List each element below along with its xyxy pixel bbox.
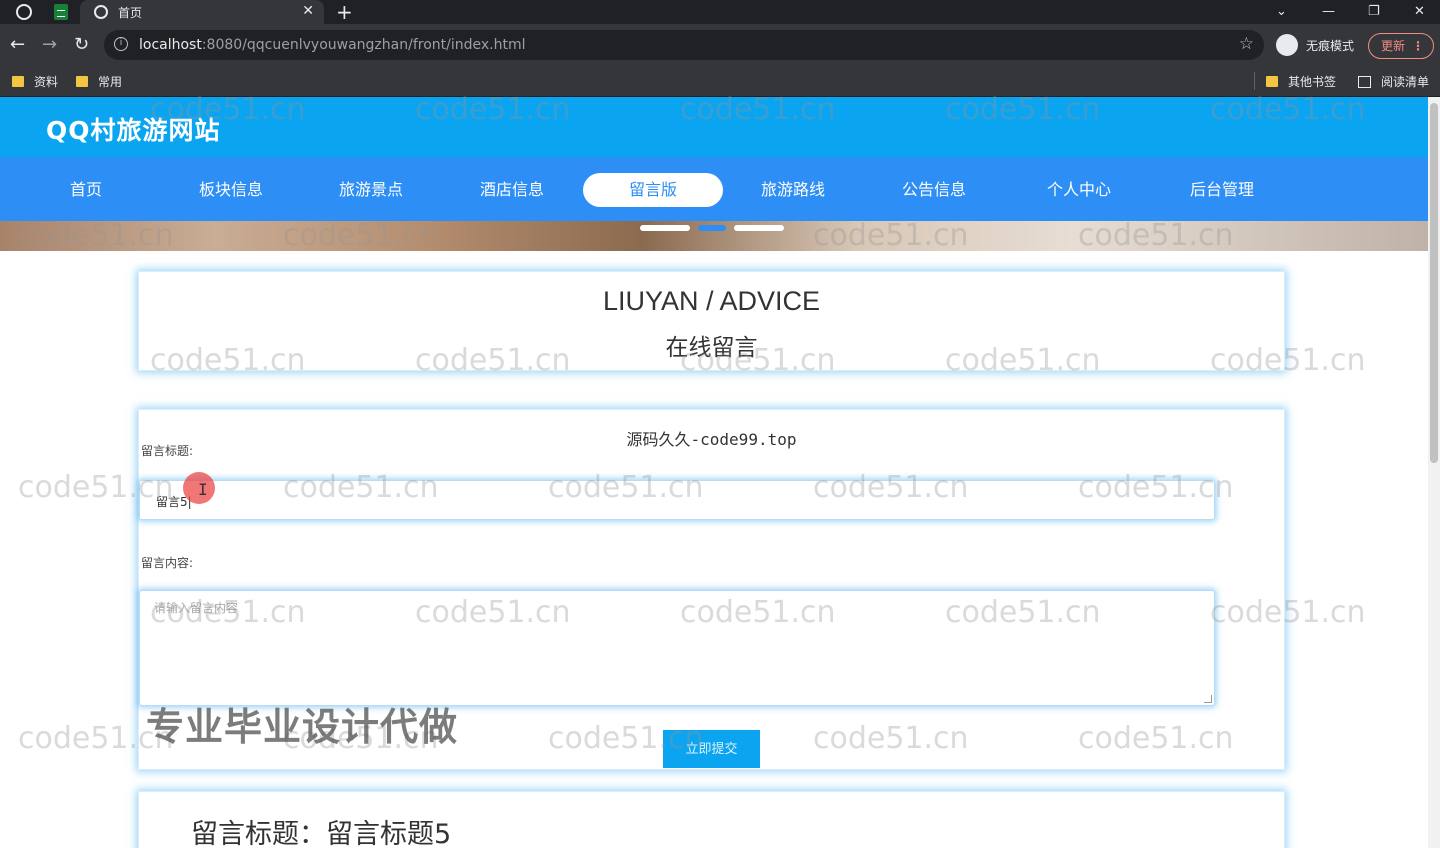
resize-handle-icon[interactable]	[1204, 695, 1212, 703]
reading-list[interactable]: 阅读清单	[1358, 73, 1429, 90]
nav-admin[interactable]: 后台管理	[1177, 173, 1267, 207]
close-window-button[interactable]: ✕	[1414, 0, 1425, 24]
url-text[interactable]: localhost:8080/qqcuenlvyouwangzhan/front…	[139, 37, 525, 53]
title-label: 留言标题:	[141, 444, 194, 458]
close-tab-icon[interactable]: ✕	[302, 3, 314, 19]
scrollbar-thumb[interactable]	[1430, 103, 1438, 463]
incognito-indicator[interactable]: 无痕模式	[1276, 32, 1354, 58]
bookmarks-bar: 资料 常用 其他书签 阅读清单	[0, 66, 1440, 97]
update-label: 更新	[1381, 39, 1406, 53]
back-arrow-icon[interactable]: ←	[10, 34, 25, 56]
site-header: QQ村旅游网站	[0, 97, 1428, 157]
reload-icon[interactable]: ↻	[74, 34, 89, 56]
bookmark-folder[interactable]: 常用	[76, 73, 122, 90]
content-placeholder: 请输入留言内容	[154, 601, 239, 615]
message-item-title[interactable]: 留言标题：留言标题5	[191, 812, 451, 848]
nav-section-info[interactable]: 板块信息	[186, 173, 276, 207]
site-info-icon[interactable]: i	[114, 37, 128, 51]
banner-carousel	[0, 221, 1428, 251]
message-title-input[interactable]: 留言5|	[139, 480, 1215, 520]
section-title-cn: 在线留言	[665, 335, 758, 361]
folder-icon	[12, 76, 24, 87]
spreadsheet-tab-icon[interactable]	[54, 4, 68, 20]
bookmark-label: 资料	[34, 75, 59, 89]
other-bookmarks[interactable]: 其他书签	[1266, 73, 1336, 90]
carousel-dot[interactable]	[734, 225, 784, 231]
submit-button[interactable]: 立即提交	[663, 730, 760, 768]
nav-attractions[interactable]: 旅游景点	[326, 173, 416, 207]
tab-search-icon[interactable]: ⌄	[1276, 0, 1287, 24]
main-nav: 首页 板块信息 旅游景点 酒店信息 留言版 旅游路线 公告信息 个人中心 后台管…	[0, 157, 1428, 221]
tab-title: 首页	[118, 5, 143, 20]
forward-arrow-icon[interactable]: →	[42, 34, 57, 56]
menu-dots-icon[interactable]: ⋮	[1412, 34, 1424, 58]
nav-routes[interactable]: 旅游路线	[748, 173, 838, 207]
nav-home[interactable]: 首页	[46, 173, 126, 207]
section-heading-card: LIUYAN / ADVICE 在线留言	[138, 271, 1285, 371]
page-scrollbar[interactable]	[1428, 97, 1440, 848]
folder-icon	[76, 76, 88, 87]
bookmark-divider	[1254, 72, 1255, 90]
source-note: 源码久久-code99.top	[626, 430, 797, 449]
restore-button[interactable]: ❐	[1368, 0, 1380, 24]
update-button[interactable]: 更新 ⋮	[1368, 33, 1434, 59]
bookmark-label: 阅读清单	[1381, 75, 1430, 89]
carousel-dot-active[interactable]	[698, 225, 726, 231]
nav-profile[interactable]: 个人中心	[1034, 173, 1124, 207]
browser-toolbar: ← → ↻ i localhost:8080/qqcuenlvyouwangzh…	[0, 24, 1440, 66]
site-title[interactable]: QQ村旅游网站	[46, 111, 221, 147]
nav-message-board[interactable]: 留言版	[583, 173, 723, 207]
nav-notices[interactable]: 公告信息	[889, 173, 979, 207]
globe-icon	[94, 5, 108, 19]
browser-tab[interactable]: 首页 ✕	[80, 0, 324, 24]
bookmark-label: 常用	[98, 75, 123, 89]
text-cursor-icon: I	[198, 480, 208, 499]
content-label: 留言内容:	[141, 556, 194, 570]
nav-hotels[interactable]: 酒店信息	[467, 173, 557, 207]
message-form-card: 源码久久-code99.top 留言标题: 留言5| 留言内容: 请输入留言内容…	[138, 409, 1285, 770]
web-page: QQ村旅游网站 首页 板块信息 旅游景点 酒店信息 留言版 旅游路线 公告信息 …	[0, 97, 1428, 848]
incognito-icon	[1276, 34, 1298, 56]
incognito-label: 无痕模式	[1306, 38, 1355, 53]
bookmark-folder[interactable]: 资料	[12, 73, 58, 90]
message-list-item: 留言标题：留言标题5	[138, 791, 1285, 848]
section-title-en: LIUYAN / ADVICE	[602, 286, 821, 316]
carousel-dot[interactable]	[640, 225, 690, 231]
bookmark-label: 其他书签	[1288, 75, 1337, 89]
browser-logo-icon	[16, 4, 32, 20]
reading-list-icon	[1358, 75, 1371, 88]
bookmark-star-icon[interactable]: ☆	[1239, 34, 1254, 54]
folder-icon	[1266, 76, 1278, 87]
address-bar[interactable]: i localhost:8080/qqcuenlvyouwangzhan/fro…	[104, 30, 1264, 60]
message-content-textarea[interactable]: 请输入留言内容	[139, 590, 1215, 706]
minimize-button[interactable]: —	[1322, 0, 1335, 24]
new-tab-button[interactable]: +	[336, 0, 353, 24]
